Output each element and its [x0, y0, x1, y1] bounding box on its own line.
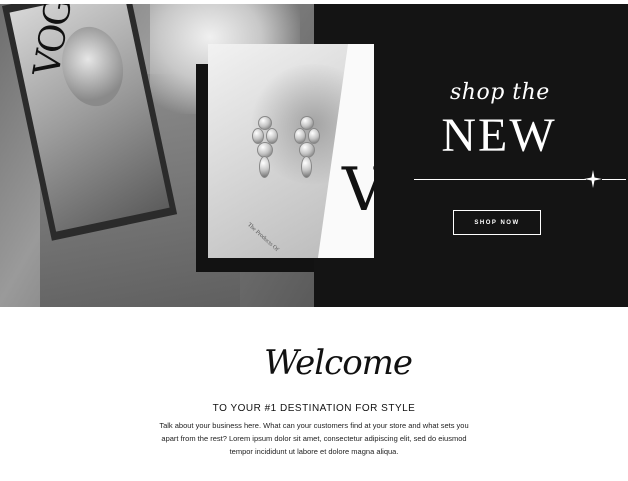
welcome-body-text: Talk about your business here. What can … [159, 421, 469, 456]
earring-right-icon [292, 116, 322, 186]
welcome-subheading: TO YOUR #1 DESTINATION FOR STYLE [212, 403, 416, 414]
earrings-product-photo[interactable]: V The Products Of [208, 44, 374, 258]
earring-left-icon [250, 116, 280, 186]
sparkle-icon [584, 170, 602, 188]
hero-script-title: shop the [450, 80, 550, 105]
photo-card-caption: The Products Of [245, 222, 280, 254]
photo-card-letter: V [342, 155, 374, 225]
hero-big-title: NEW [441, 109, 557, 162]
hero-divider-line [414, 179, 586, 180]
shop-now-button[interactable]: SHOP NOW [453, 210, 541, 235]
hero-divider-line-end [602, 179, 626, 180]
hero-section: VOGUE V The Products Of shop the NEW [0, 4, 628, 307]
welcome-script-title: Welcome [264, 343, 413, 383]
